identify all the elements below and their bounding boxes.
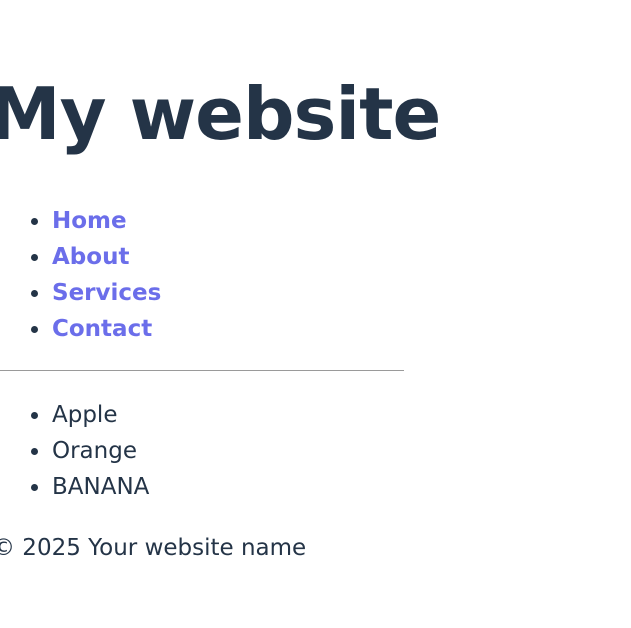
nav-link-contact[interactable]: Contact (52, 316, 152, 342)
nav-link-services[interactable]: Services (52, 280, 161, 306)
footer-copyright: © 2025 Your website name (0, 535, 307, 561)
nav-link-about[interactable]: About (52, 244, 129, 270)
fruit-list: Apple Orange BANANA (30, 397, 149, 505)
nav-item-contact: Contact (30, 311, 161, 347)
divider (0, 370, 404, 371)
list-item: Apple (30, 397, 149, 433)
page-title: My website (0, 72, 441, 156)
main-nav: Home About Services Contact (30, 203, 161, 347)
nav-item-services: Services (30, 275, 161, 311)
list-item: BANANA (30, 469, 149, 505)
nav-link-home[interactable]: Home (52, 208, 127, 234)
nav-item-about: About (30, 239, 161, 275)
list-item: Orange (30, 433, 149, 469)
nav-item-home: Home (30, 203, 161, 239)
